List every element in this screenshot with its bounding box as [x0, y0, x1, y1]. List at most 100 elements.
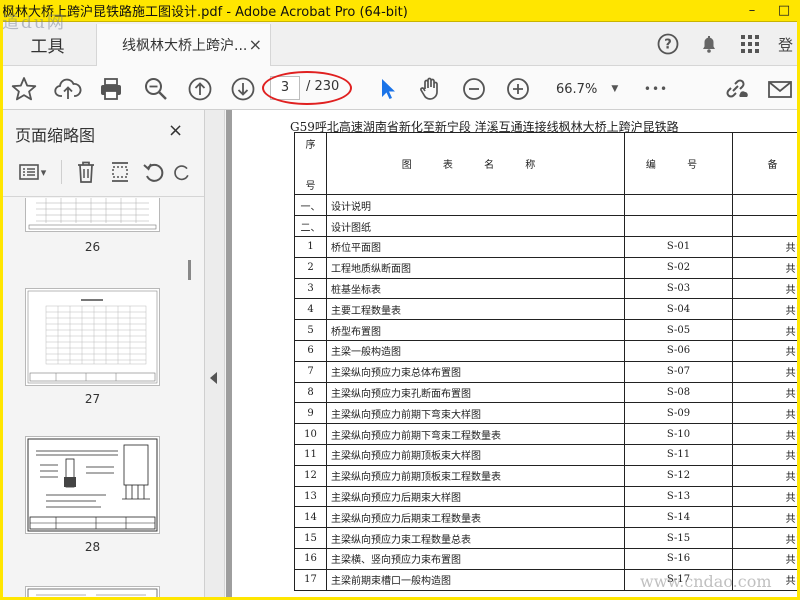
row-number: 9 [294, 402, 327, 425]
table-row: 6主梁一般构造图S-06共1页 [294, 339, 800, 362]
row-code: S-16 [624, 547, 733, 570]
rotate-right-icon[interactable] [172, 158, 192, 186]
table-row: 12主梁纵向预应力前期顶板束工程数量表S-12共1页 [294, 464, 800, 487]
table-header-row: 号 [294, 174, 800, 196]
red-annotation-ellipse [262, 71, 352, 105]
panel-collapse-strip[interactable] [205, 110, 225, 600]
tab-document[interactable]: 线枫林大桥上跨沪... × [96, 24, 271, 66]
svg-text:?: ? [664, 38, 672, 53]
zoom-value: 66.7% [556, 81, 598, 97]
row-remark: 共1页 [732, 402, 800, 425]
document-view: G59呼北高速湖南省新化至新宁段 洋溪互通连接线枫林大桥上跨沪昆铁路 序 图 表… [226, 110, 800, 600]
page-thumbnails-panel: 页面缩略图 × ▾ 26 27 28 [0, 110, 205, 600]
row-number: 16 [294, 547, 327, 570]
page-thumbnail[interactable] [25, 288, 160, 386]
row-title: 主梁纵向预应力后期束工程数量表 [326, 506, 625, 529]
header-cell-blank [624, 174, 733, 196]
close-panel-icon[interactable]: × [168, 120, 183, 141]
maximize-button[interactable]: □ [768, 0, 800, 22]
row-remark: 共1页 [732, 381, 800, 404]
zoom-search-icon[interactable] [142, 75, 170, 103]
extract-pages-icon[interactable] [106, 158, 134, 186]
row-number: 12 [294, 464, 327, 487]
row-title: 主梁纵向预应力前期下弯束大样图 [326, 402, 625, 425]
drawing-index-table: 序 图 表 名 称 编 号 备 号 一、 设计说明 二、 设计图纸 1 桥位平面… [294, 132, 800, 591]
header-cell-blank [732, 132, 800, 154]
page-thumbnail[interactable] [25, 586, 160, 600]
title-bar: 枫林大桥上跨沪昆铁路施工图设计.pdf - Adobe Acrobat Pro … [0, 0, 800, 22]
more-tools-icon[interactable]: ••• [642, 75, 670, 103]
zoom-in-icon[interactable] [504, 75, 532, 103]
row-number: 8 [294, 381, 327, 404]
zoom-out-icon[interactable] [460, 75, 488, 103]
hand-tool-icon[interactable] [416, 75, 444, 103]
row-code: S-08 [624, 381, 733, 404]
row-title: 主梁纵向预应力束孔断面布置图 [326, 381, 625, 404]
row-code: S-09 [624, 402, 733, 425]
next-page-icon[interactable] [229, 75, 257, 103]
select-cursor-icon[interactable] [373, 75, 401, 103]
toolbar-divider [61, 160, 62, 184]
row-number: 7 [294, 360, 327, 383]
collapse-arrow-icon[interactable] [210, 372, 217, 384]
cloud-upload-icon[interactable] [54, 75, 82, 103]
tab-document-label: 线枫林大桥上跨沪... [122, 38, 248, 54]
sign-in-button[interactable]: 登 [778, 32, 800, 56]
table-row: 9主梁纵向预应力前期下弯束大样图S-09共1页 [294, 402, 800, 425]
bookmark-star-icon[interactable] [10, 75, 38, 103]
section-row: 一、 设计说明 [294, 194, 800, 217]
row-remark: 共1页 [732, 547, 800, 570]
row-remark: 共1页 [732, 339, 800, 362]
notifications-bell-icon[interactable] [697, 32, 721, 56]
empty-cell [624, 194, 733, 217]
row-number: 3 [294, 277, 327, 300]
zoom-dropdown[interactable]: 66.7% ▼ [556, 78, 618, 100]
row-number: 10 [294, 423, 327, 445]
tabs-bar: 工具 线枫林大桥上跨沪... × ? 登 [0, 22, 800, 66]
row-remark: 共1页 [732, 277, 800, 300]
email-envelope-icon[interactable] [766, 75, 794, 103]
row-number: 2 [294, 256, 327, 279]
table-row: 10主梁纵向预应力前期下弯束工程数量表S-10共1页 [294, 423, 800, 445]
empty-cell [732, 194, 800, 217]
previous-page-icon[interactable] [186, 75, 214, 103]
thumbnail-options-button[interactable]: ▾ [14, 158, 50, 186]
section-title: 设计说明 [326, 194, 625, 217]
row-title: 桥位平面图 [326, 235, 625, 258]
header-cell-blank [294, 153, 327, 175]
page-thumbnail[interactable] [25, 436, 160, 534]
minimize-button[interactable]: – [736, 0, 768, 22]
tab-close-icon[interactable]: × [249, 35, 262, 54]
row-title: 工程地质纵断面图 [326, 256, 625, 279]
header-cell-blank [326, 174, 625, 196]
row-remark: 共1页 [732, 506, 800, 529]
thumbnail-tools: ▾ [14, 158, 194, 186]
section-number: 二、 [294, 215, 327, 237]
page-thumbnail[interactable] [25, 198, 160, 232]
table-header-row: 序 [294, 132, 800, 154]
row-remark: 共1页 [732, 443, 800, 466]
delete-page-icon[interactable] [72, 158, 100, 186]
rotate-left-icon[interactable] [140, 158, 168, 186]
panel-title: 页面缩略图 [15, 126, 96, 145]
header-cell-blank [624, 132, 733, 154]
apps-grid-icon[interactable] [738, 32, 762, 56]
row-number: 13 [294, 485, 327, 508]
main-toolbar: 3 / 230 66.7% ▼ ••• [0, 66, 800, 110]
table-row: 14主梁纵向预应力后期束工程数量表S-14共1页 [294, 506, 800, 529]
row-number: 17 [294, 568, 327, 591]
chevron-down-icon: ▾ [40, 165, 47, 179]
row-number: 15 [294, 527, 327, 549]
header-cell-name: 图 表 名 称 [326, 153, 625, 175]
table-row: 1桥位平面图S-01共1页 [294, 235, 800, 258]
help-icon[interactable]: ? [656, 32, 680, 56]
share-link-icon[interactable] [722, 75, 750, 103]
table-row: 16主梁横、竖向预应力束布置图S-16共1页 [294, 547, 800, 570]
row-title: 主梁横、竖向预应力束布置图 [326, 547, 625, 570]
row-title: 主梁纵向预应力束总体布置图 [326, 360, 625, 383]
thumbnail-scrollbar[interactable] [188, 260, 191, 280]
print-icon[interactable] [97, 75, 125, 103]
row-number: 14 [294, 506, 327, 529]
watermark-logo: 道du网 [2, 13, 66, 33]
row-title: 主梁一般构造图 [326, 339, 625, 362]
